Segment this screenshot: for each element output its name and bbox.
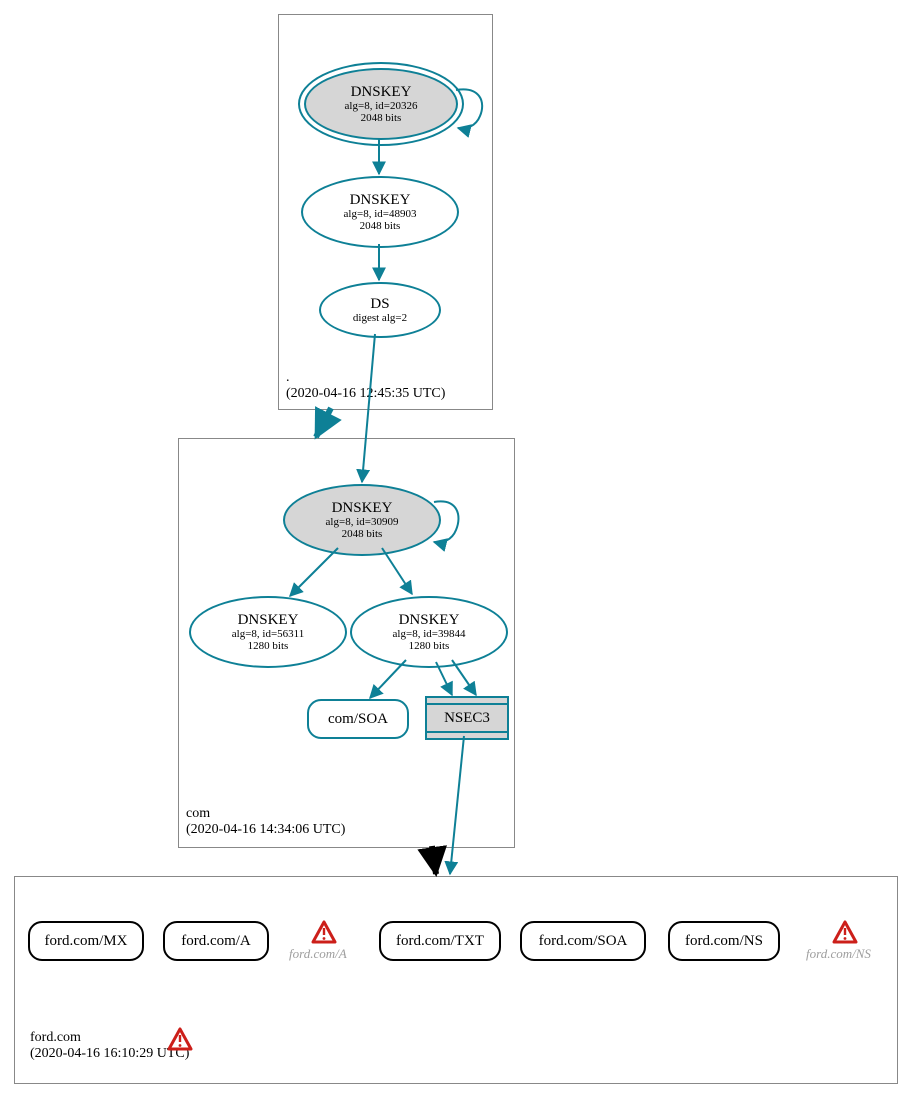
ford-a-warn-label: ford.com/A [289, 946, 347, 962]
ford-a-label: ford.com/A [181, 933, 251, 950]
zone-ford-timestamp: (2020-04-16 16:10:29 UTC) [30, 1046, 189, 1062]
root-ksk-node: DNSKEY alg=8, id=20326 2048 bits [304, 68, 458, 140]
com-zsk-b-title: DNSKEY [399, 612, 460, 629]
root-ksk-sub2: 2048 bits [361, 112, 402, 124]
root-ksk-title: DNSKEY [351, 84, 412, 101]
com-ksk-sub2: 2048 bits [342, 528, 383, 540]
com-ksk-node: DNSKEY alg=8, id=30909 2048 bits [283, 484, 441, 556]
ford-mx-label: ford.com/MX [45, 933, 128, 950]
ford-txt-node: ford.com/TXT [379, 921, 501, 961]
com-zsk-a-node: DNSKEY alg=8, id=56311 1280 bits [189, 596, 347, 668]
zone-ford-label: ford.com (2020-04-16 16:10:29 UTC) [30, 1030, 189, 1062]
root-zsk-title: DNSKEY [350, 192, 411, 209]
zone-root-label: . (2020-04-16 12:45:35 UTC) [286, 370, 445, 402]
zone-root-timestamp: (2020-04-16 12:45:35 UTC) [286, 386, 445, 402]
root-zsk-sub1: alg=8, id=48903 [344, 208, 417, 220]
ford-ns-warn-label: ford.com/NS [806, 946, 871, 962]
com-ksk-title: DNSKEY [332, 500, 393, 517]
root-ksk-sub1: alg=8, id=20326 [345, 100, 418, 112]
nsec3-label: NSEC3 [444, 710, 490, 727]
zone-com-name: com [186, 806, 210, 821]
nsec3-node: NSEC3 [425, 696, 509, 740]
com-zsk-b-sub2: 1280 bits [409, 640, 450, 652]
zone-com-label: com (2020-04-16 14:34:06 UTC) [186, 806, 345, 838]
ford-a-node: ford.com/A [163, 921, 269, 961]
ford-soa-node: ford.com/SOA [520, 921, 646, 961]
zone-root-name: . [286, 370, 290, 385]
com-soa-label: com/SOA [328, 711, 388, 728]
ford-mx-node: ford.com/MX [28, 921, 144, 961]
com-zsk-a-sub2: 1280 bits [248, 640, 289, 652]
ford-ns-label: ford.com/NS [685, 933, 763, 950]
com-soa-node: com/SOA [307, 699, 409, 739]
com-zsk-a-sub1: alg=8, id=56311 [232, 628, 305, 640]
root-ds-title: DS [370, 296, 389, 313]
root-ds-node: DS digest alg=2 [319, 282, 441, 338]
root-zsk-node: DNSKEY alg=8, id=48903 2048 bits [301, 176, 459, 248]
com-ksk-sub1: alg=8, id=30909 [326, 516, 399, 528]
com-zsk-b-sub1: alg=8, id=39844 [393, 628, 466, 640]
com-zsk-b-node: DNSKEY alg=8, id=39844 1280 bits [350, 596, 508, 668]
root-zsk-sub2: 2048 bits [360, 220, 401, 232]
com-zsk-a-title: DNSKEY [238, 612, 299, 629]
ford-soa-label: ford.com/SOA [539, 933, 628, 950]
ford-txt-label: ford.com/TXT [396, 933, 484, 950]
zone-com-timestamp: (2020-04-16 14:34:06 UTC) [186, 822, 345, 838]
ford-ns-node: ford.com/NS [668, 921, 780, 961]
zone-ford-name: ford.com [30, 1030, 81, 1045]
root-ds-sub1: digest alg=2 [353, 312, 407, 324]
